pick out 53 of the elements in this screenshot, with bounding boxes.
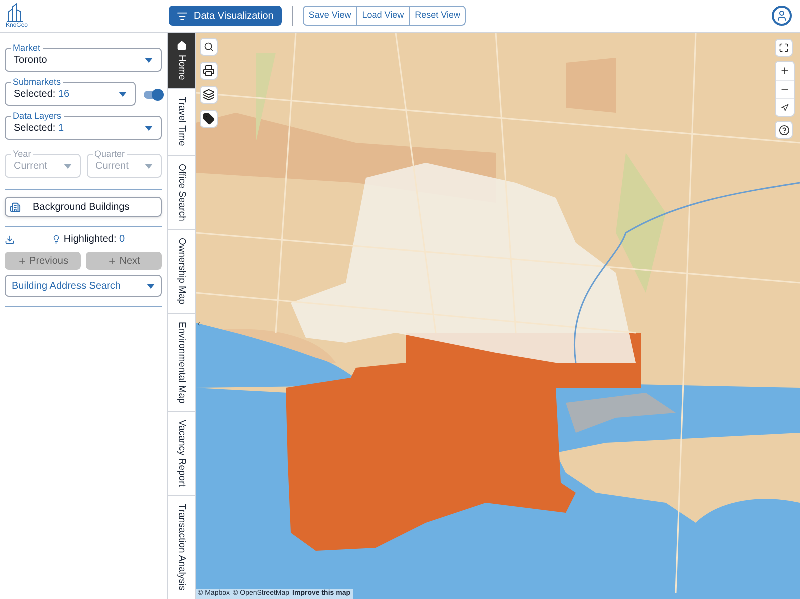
user-icon (776, 10, 788, 22)
view-button[interactable]: Load View (356, 7, 410, 25)
layers-icon (203, 89, 215, 101)
caret-icon (145, 58, 153, 62)
building-icon (10, 202, 21, 212)
toggle-switch[interactable] (144, 90, 162, 98)
tag-icon (203, 113, 215, 125)
filter-icon (177, 10, 188, 22)
caret-icon (64, 164, 72, 168)
field-label: Data Layers (11, 111, 64, 121)
select-value: Selected: 16 (14, 88, 70, 102)
field-label: Submarkets (11, 77, 64, 87)
address-search-select[interactable]: Building Address Search (5, 275, 162, 297)
chevron-left-icon (196, 320, 202, 328)
caret-icon (147, 284, 155, 288)
help-button[interactable] (775, 121, 793, 139)
caret-icon (145, 126, 153, 130)
printer-icon (203, 65, 215, 77)
compass-icon (781, 104, 789, 112)
lightbulb-icon (52, 235, 61, 244)
help-icon (778, 124, 790, 136)
vertical-tab[interactable]: Office Search (168, 156, 195, 230)
plus-icon (780, 66, 790, 76)
collapse-button[interactable] (196, 319, 202, 329)
search-icon (204, 42, 214, 52)
view-button[interactable]: Reset View (409, 7, 466, 25)
field-label: Market (11, 43, 43, 53)
layers-button[interactable] (200, 86, 218, 104)
download-icon[interactable] (5, 234, 15, 244)
fullscreen-button[interactable] (775, 39, 793, 57)
field-label: Year (11, 149, 34, 159)
vertical-tab[interactable]: Environmental Map (168, 314, 195, 412)
field-label: Quarter (92, 149, 128, 159)
caret-icon (119, 92, 127, 96)
select-value: Selected: 1 (14, 122, 64, 136)
highlighted-count: Highlighted: 0 (64, 233, 126, 247)
view-button[interactable]: Save View (304, 7, 356, 25)
select-value: Current (96, 160, 129, 174)
caret-icon (145, 164, 153, 168)
home-icon (176, 41, 186, 51)
select-value: Toronto (14, 54, 48, 68)
vertical-tab[interactable]: Home (168, 33, 195, 90)
select-value: Current (14, 160, 48, 174)
user-avatar[interactable] (772, 6, 792, 26)
background-buildings-button[interactable]: Background Buildings (5, 197, 162, 217)
print-button[interactable] (200, 62, 218, 80)
plus-icon (108, 256, 117, 266)
tag-button[interactable] (200, 110, 218, 128)
data-visualization-button[interactable]: Data Visualization (169, 6, 282, 26)
search-button[interactable] (200, 38, 218, 56)
plus-icon (18, 256, 27, 266)
fullscreen-icon (779, 43, 789, 53)
logo-icon (6, 2, 24, 22)
